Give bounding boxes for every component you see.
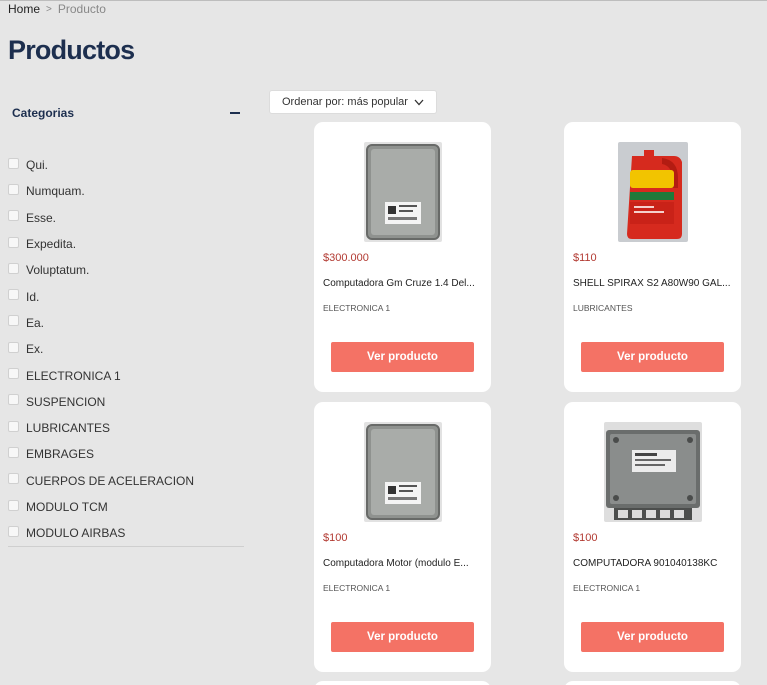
category-label: EMBRAGES [26,447,95,462]
ecu-unit-image [603,422,702,522]
category-checkbox[interactable] [8,394,19,406]
category-checkbox[interactable] [8,368,19,380]
breadcrumb-current: Producto [57,2,106,16]
breadcrumb-separator: > [46,3,52,15]
category-item[interactable]: LUBRICANTES [8,415,244,441]
category-label: Ex. [26,342,44,357]
product-card-partial [314,681,491,685]
category-item[interactable]: ELECTRONICA 1 [8,362,244,388]
page-title: Productos [8,35,135,65]
product-category: ELECTRONICA 1 [323,303,391,313]
category-checkbox[interactable] [8,473,19,485]
breadcrumb-home-link[interactable]: Home [8,2,40,16]
category-label: LUBRICANTES [26,421,111,436]
product-name[interactable]: COMPUTADORA 901040138KC [573,558,733,569]
category-checkbox[interactable] [8,446,19,458]
product-card: $300.000 Computadora Gm Cruze 1.4 Del...… [314,122,491,392]
category-item[interactable]: Ex. [8,336,244,362]
ecu-module-image [363,422,442,522]
category-label: Voluptatum. [26,263,90,278]
category-item[interactable]: EMBRAGES [8,441,244,467]
category-header[interactable]: Categorias [8,100,244,126]
category-label: Expedita. [26,237,77,252]
category-item[interactable]: Ea. [8,310,244,336]
category-item[interactable]: Id. [8,283,244,309]
category-checkbox[interactable] [8,157,19,169]
category-label: SUSPENCION [26,394,106,409]
product-category: ELECTRONICA 1 [323,583,391,593]
category-title: Categorias [12,106,75,120]
category-item[interactable]: Qui. [8,152,244,178]
category-checkbox[interactable] [8,420,19,432]
view-product-button[interactable]: Ver producto [581,622,724,652]
category-label: Qui. [26,158,49,173]
sort-label: Ordenar por: más popular [282,96,408,108]
collapse-icon[interactable] [230,112,240,114]
category-checkbox[interactable] [8,341,19,353]
category-checkbox[interactable] [8,499,19,511]
category-checkbox[interactable] [8,210,19,222]
category-checkbox[interactable] [8,183,19,195]
category-item[interactable]: Numquam. [8,178,244,204]
view-product-button[interactable]: Ver producto [581,342,724,372]
product-card-partial [564,681,741,685]
category-label: CUERPOS DE ACELERACION [26,473,195,488]
view-product-button[interactable]: Ver producto [331,622,474,652]
category-label: Ea. [26,315,45,330]
category-item[interactable]: CUERPOS DE ACELERACION [8,468,244,494]
category-checkbox[interactable] [8,262,19,274]
chevron-down-icon [414,99,424,105]
product-price: $110 [573,252,597,264]
category-checkbox[interactable] [8,525,19,537]
product-name[interactable]: Computadora Gm Cruze 1.4 Del... [323,278,483,289]
product-category: ELECTRONICA 1 [573,583,641,593]
category-item[interactable]: Expedita. [8,231,244,257]
oil-bottle-image [617,142,688,242]
category-item[interactable]: MODULO TCM [8,494,244,520]
category-checkbox[interactable] [8,315,19,327]
product-price: $100 [323,532,348,544]
breadcrumb: Home > Producto [8,2,106,16]
category-label: MODULO TCM [26,500,108,514]
ecu-module-image [363,142,442,242]
view-product-button[interactable]: Ver producto [331,342,474,372]
product-category: LUBRICANTES [573,303,633,313]
category-item[interactable]: MODULO AIRBAS [8,520,244,546]
product-price: $300.000 [323,252,369,264]
product-card: $100 Computadora Motor (modulo E... ELEC… [314,402,491,672]
category-item[interactable]: Esse. [8,205,244,231]
category-checkbox[interactable] [8,236,19,248]
category-label: Id. [26,289,40,304]
category-checkbox[interactable] [8,289,19,301]
category-list: Qui. Numquam. Esse. Expedita. Voluptatum… [8,152,244,548]
product-name[interactable]: Computadora Motor (modulo E... [323,558,483,569]
product-card: $110 SHELL SPIRAX S2 A80W90 GAL... LUBRI… [564,122,741,392]
category-label: ELECTRONICA 1 [26,368,121,383]
category-divider [8,546,244,548]
category-item[interactable]: SUSPENCION [8,389,244,415]
category-item[interactable]: Voluptatum. [8,257,244,283]
category-sidebar: Categorias Qui. Numquam. Esse. Expedita.… [8,100,244,548]
product-price: $100 [573,532,598,544]
product-name[interactable]: SHELL SPIRAX S2 A80W90 GAL... [573,278,733,289]
top-divider [0,0,767,1]
sort-dropdown[interactable]: Ordenar por: más popular [269,90,437,114]
category-label: Numquam. [26,184,85,199]
product-card: $100 COMPUTADORA 901040138KC ELECTRONICA… [564,402,741,672]
category-label: Esse. [26,210,57,225]
category-label: MODULO AIRBAS [26,526,126,541]
